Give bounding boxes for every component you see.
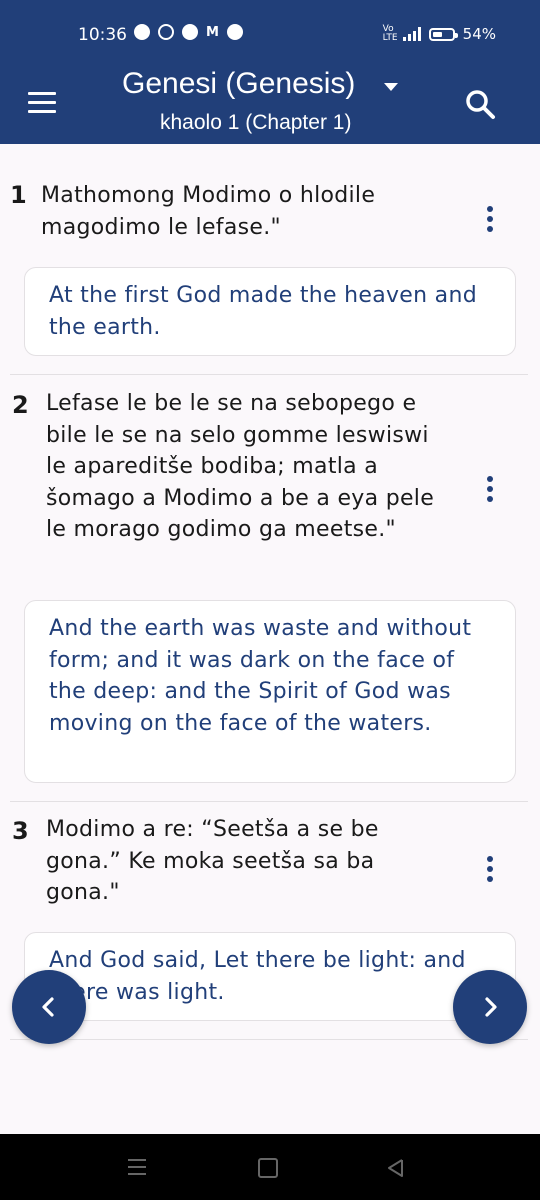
chevron-right-icon bbox=[485, 997, 497, 1017]
verse-text: Mathomong Modimo o hlodile magodimo le l… bbox=[41, 183, 376, 240]
gmail-icon: M bbox=[206, 24, 219, 40]
divider bbox=[10, 374, 528, 375]
divider bbox=[10, 801, 528, 802]
system-indicators: Vo LTE 54% bbox=[382, 24, 496, 44]
app-notification-icon bbox=[182, 24, 198, 40]
notification-icons: M bbox=[134, 24, 243, 40]
app-notification-icon bbox=[158, 24, 174, 40]
translation-card: And the earth was waste and without form… bbox=[24, 600, 516, 783]
verse-number: 3 bbox=[12, 817, 29, 845]
app-notification-icon bbox=[226, 24, 243, 40]
verse-number: 2 bbox=[12, 391, 29, 419]
more-vert-icon[interactable] bbox=[487, 856, 493, 886]
divider bbox=[10, 1039, 528, 1040]
verse-number: 1 bbox=[10, 181, 27, 209]
home-icon[interactable] bbox=[258, 1158, 278, 1178]
hamburger-menu-icon[interactable] bbox=[28, 92, 56, 114]
battery-percent: 54% bbox=[462, 25, 496, 43]
verse-text: Lefase le be le se na sebopego e bile le… bbox=[46, 391, 435, 542]
more-vert-icon[interactable] bbox=[487, 206, 493, 236]
next-chapter-button[interactable] bbox=[453, 970, 527, 1044]
status-time: 10:36 bbox=[78, 25, 127, 45]
system-navigation-bar bbox=[0, 1134, 540, 1200]
search-icon[interactable] bbox=[464, 88, 496, 120]
translation-card: At the first God made the heaven and the… bbox=[24, 267, 516, 356]
previous-chapter-button[interactable] bbox=[12, 970, 86, 1044]
chevron-left-icon bbox=[42, 997, 54, 1017]
dropdown-caret-icon[interactable] bbox=[384, 83, 398, 91]
volte-icon: Vo LTE bbox=[382, 24, 398, 43]
book-selector[interactable]: Genesi (Genesis) bbox=[122, 67, 355, 101]
app-bar: Genesi (Genesis) khaolo 1 (Chapter 1) bbox=[0, 67, 540, 144]
more-vert-icon[interactable] bbox=[487, 476, 493, 506]
translation-card: And God said, Let there be light: and th… bbox=[24, 932, 516, 1021]
battery-icon bbox=[428, 27, 458, 41]
recent-apps-icon[interactable] bbox=[128, 1159, 146, 1175]
verse-text: Modimo a re: “Seetša a se be gona.” Ke m… bbox=[46, 817, 379, 905]
status-bar: 10:36 M Vo LTE 54% bbox=[0, 0, 540, 68]
signal-icon bbox=[402, 27, 421, 41]
chapter-label[interactable]: khaolo 1 (Chapter 1) bbox=[160, 111, 351, 135]
back-icon[interactable] bbox=[386, 1158, 406, 1178]
app-notification-icon bbox=[134, 24, 150, 40]
